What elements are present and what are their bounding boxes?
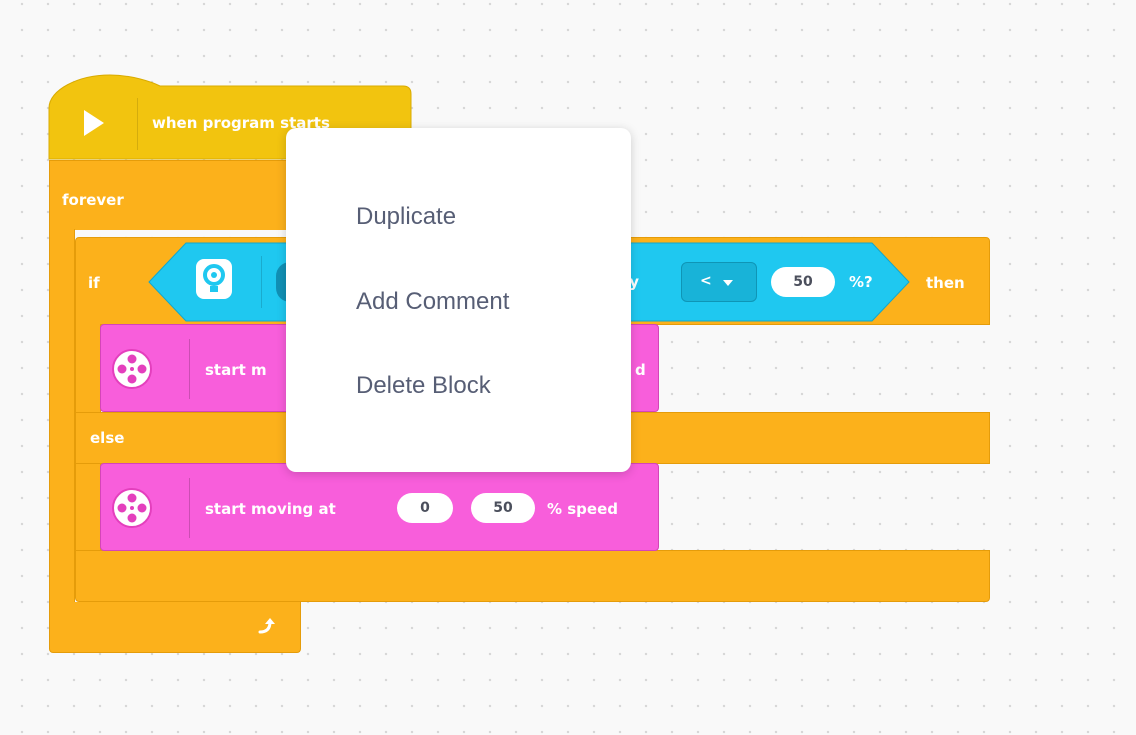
motor-label: start moving at [205, 500, 336, 518]
forever-block-bottom[interactable] [49, 602, 301, 653]
motor-label-left: start m [205, 361, 267, 379]
motor-label-right: d [635, 361, 646, 379]
motor-icon [110, 347, 154, 395]
context-menu: Duplicate Add Comment Delete Block [286, 128, 631, 472]
play-icon [82, 108, 106, 142]
direction-input[interactable]: 0 [397, 493, 453, 523]
motor-divider [189, 339, 190, 399]
then-label: then [926, 274, 965, 292]
threshold-input[interactable]: 50 [771, 267, 835, 297]
if-label: if [88, 274, 100, 292]
menu-item-duplicate[interactable]: Duplicate [356, 203, 456, 231]
chevron-down-icon [722, 276, 734, 292]
loop-arrow-icon [256, 616, 276, 640]
motor-block-else[interactable]: start moving at 0 50 % speed [100, 463, 659, 551]
menu-item-delete-block[interactable]: Delete Block [356, 372, 491, 400]
sensor-divider [261, 256, 262, 308]
forever-label: forever [62, 191, 124, 209]
code-canvas[interactable]: when program starts forever if then else [0, 0, 1136, 735]
light-sensor-icon [195, 258, 235, 306]
speed-input[interactable]: 50 [471, 493, 535, 523]
operator-value: < [700, 273, 712, 289]
operator-dropdown[interactable]: < [681, 262, 757, 302]
speed-suffix: % speed [547, 500, 619, 518]
forever-block-arm [49, 229, 75, 604]
motor-divider [189, 478, 190, 538]
else-label: else [90, 429, 125, 447]
hat-divider [137, 98, 138, 150]
motor-icon [110, 486, 154, 534]
percent-unit: %? [849, 273, 873, 291]
menu-item-add-comment[interactable]: Add Comment [356, 288, 509, 316]
if-block-bottom[interactable] [75, 550, 990, 602]
